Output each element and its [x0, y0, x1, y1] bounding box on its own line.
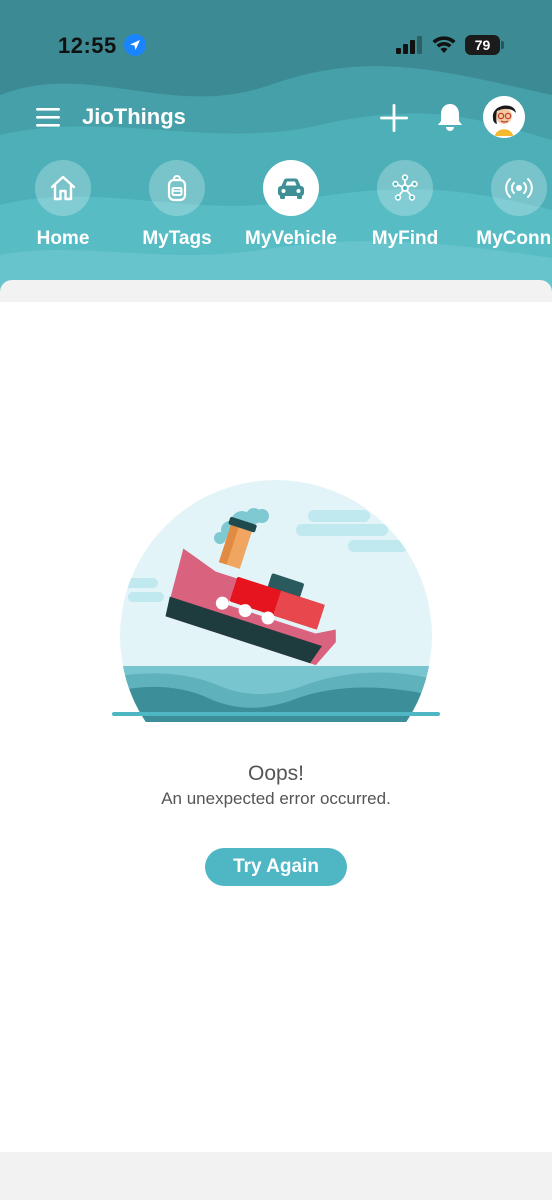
nav-item-mytags[interactable]: MyTags	[122, 160, 232, 250]
nav-mytags-circle	[149, 160, 205, 216]
home-icon	[50, 175, 76, 201]
bottom-safe-area	[0, 1152, 552, 1200]
nav-label-myfind: MyFind	[371, 228, 439, 249]
cellular-signal-icon	[396, 36, 422, 54]
error-message: An unexpected error occurred.	[161, 789, 391, 808]
broadcast-icon	[505, 178, 533, 198]
sinking-ship-illustration	[112, 480, 440, 722]
category-nav: Home MyTags MyVehicle MyFind MyConn	[0, 160, 552, 260]
battery-tip	[501, 41, 504, 49]
app-header: 12:55 79 JioThings Home MyTags MyVehicle…	[0, 0, 552, 300]
nav-myfind-circle	[377, 160, 433, 216]
nav-myvehicle-circle	[263, 160, 319, 216]
battery-level: 79	[465, 35, 500, 55]
nav-label-myvehicle: MyVehicle	[245, 228, 337, 249]
hamburger-menu-icon[interactable]	[36, 106, 60, 128]
app-bar: JioThings	[0, 92, 552, 144]
nav-myconnect-circle	[491, 160, 547, 216]
try-again-button[interactable]: Try Again	[205, 848, 347, 886]
nav-item-myvehicle[interactable]: MyVehicle	[236, 160, 346, 250]
location-arrow-icon	[124, 34, 146, 56]
nav-label-home: Home	[36, 228, 90, 249]
notification-bell-icon[interactable]	[435, 101, 465, 133]
nav-item-myconnect[interactable]: MyConne	[464, 160, 552, 250]
nav-label-mytags: MyTags	[142, 228, 212, 249]
nav-label-myconnect: MyConne	[476, 228, 552, 249]
backpack-icon	[167, 175, 187, 202]
app-title: JioThings	[82, 104, 186, 129]
battery-indicator: 79	[465, 35, 505, 55]
nav-item-home[interactable]: Home	[8, 160, 118, 250]
status-bar: 12:55 79	[0, 0, 552, 90]
status-time: 12:55	[58, 33, 117, 58]
profile-avatar[interactable]	[483, 96, 525, 138]
error-title: Oops!	[247, 762, 305, 785]
content-sheet-top	[0, 280, 552, 302]
network-icon	[392, 174, 418, 201]
car-icon	[278, 178, 304, 199]
wifi-icon	[432, 36, 456, 53]
add-icon[interactable]	[378, 102, 410, 134]
nav-home-circle	[35, 160, 91, 216]
nav-item-myfind[interactable]: MyFind	[350, 160, 460, 250]
